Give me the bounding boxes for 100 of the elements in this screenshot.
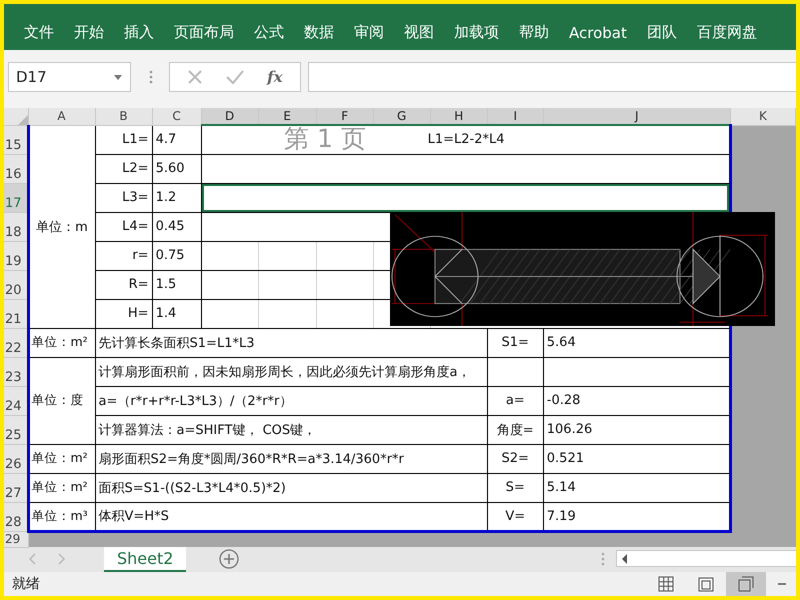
table-cell: 单位：m² [28,328,96,357]
row-header[interactable]: 27 [4,473,28,502]
ribbon-tab[interactable]: 加载项 [454,23,499,42]
column-header[interactable]: I [487,108,544,125]
table-cell: -0.28 [543,386,730,415]
table-cell: 1.5 [152,270,202,299]
scroll-right-icon[interactable] [58,552,66,564]
table-cell: 单位：m³ [28,502,96,531]
table-cell [487,357,544,386]
ribbon-tab[interactable]: 页面布局 [174,23,234,42]
column-header[interactable]: F [316,108,374,125]
table-cell: 5.64 [543,328,730,357]
sheet-tab[interactable]: Sheet2 [104,545,186,572]
formula-note: L1=L2-2*L4 [428,132,504,148]
name-box[interactable]: D17 [8,62,131,92]
row-header[interactable]: 19 [4,241,28,270]
column-header[interactable]: C [152,108,202,125]
row-header[interactable]: 21 [4,299,28,328]
ribbon-tab[interactable]: Acrobat [569,24,627,42]
ribbon-tab[interactable]: 团队 [646,23,677,42]
page-number-watermark: 第 1 页 [284,125,366,152]
column-header[interactable]: A [28,108,96,125]
row-header[interactable]: 15 [4,125,28,154]
table-cell: S= [487,473,544,502]
ribbon-tab[interactable]: 百度网盘 [696,23,757,42]
insert-function-button[interactable]: fx [267,68,283,86]
column-header[interactable]: G [373,108,430,125]
row-header[interactable]: 29 [4,531,28,547]
page-break-view-button[interactable] [726,572,766,596]
row-header[interactable]: 26 [4,444,28,473]
table-cell: 扇形面积S2=角度*圆周/360*R*R=a*3.14/360*r*r [95,444,488,473]
ribbon-tab[interactable]: 数据 [304,23,334,42]
table-cell: 1.4 [152,299,202,328]
drag-handle-icon[interactable] [149,70,153,84]
formula-input[interactable] [308,62,796,92]
row-header[interactable]: 18 [4,212,28,241]
pages-icon [738,576,754,592]
table-cell: S2= [487,444,544,473]
ribbon-tab[interactable]: 文件 [24,23,54,42]
table-cell: 单位：m² [28,473,96,502]
table-cell: r= [95,241,152,270]
table-cell: S1= [487,328,544,357]
table-cell: L3= [95,183,152,212]
row-header[interactable]: 28 [4,502,28,531]
check-icon[interactable] [226,69,244,85]
table-cell: H= [95,299,152,328]
cancel-icon[interactable] [187,69,204,85]
table-cell: L4= [95,212,152,241]
add-sheet-icon[interactable] [219,548,240,568]
table-cell: R= [95,270,152,299]
table-cell: 4.7 [152,125,202,154]
column-header[interactable]: J [543,108,730,125]
ribbon-tab[interactable]: 公式 [254,23,284,42]
corner-triangle-icon [18,114,28,124]
table-cell: a=（r*r+r*r-L3*L3）/（2*r*r） [95,386,488,415]
ribbon-tab[interactable]: 开始 [74,23,104,42]
caret-icon [114,74,122,80]
column-header[interactable]: E [258,108,316,125]
row-header[interactable]: 20 [4,270,28,299]
table-cell: 计算扇形面积前，因未知扇形周长，因此必须先计算扇形角度a， [95,357,488,386]
row-header[interactable]: 17 [4,183,28,212]
horizontal-scrollbar[interactable] [616,550,796,567]
table-cell: 计算器算法：a=SHIFT键， COS键， [95,415,488,444]
table-cell: L1= [95,125,152,154]
ribbon-tab[interactable]: 视图 [404,23,434,42]
table-cell: 5.60 [152,154,202,183]
scroll-left-icon[interactable] [28,552,36,564]
table-cell: a= [487,386,544,415]
scroll-left-arrow-icon[interactable] [621,554,629,564]
row-header[interactable]: 23 [4,357,28,386]
ribbon-tab[interactable]: 插入 [124,23,154,42]
ribbon-tab[interactable]: 审阅 [354,23,384,42]
table-cell: V= [487,502,544,531]
table-cell: 角度= [487,415,544,444]
row-header[interactable]: 16 [4,154,28,183]
column-header[interactable]: K [730,108,796,125]
table-cell: 先计算长条面积S1=L1*L3 [95,328,488,357]
ribbon-tab[interactable]: 帮助 [519,23,549,42]
drag-handle-icon[interactable] [601,552,605,566]
row-header[interactable]: 25 [4,415,28,444]
column-header[interactable]: D [201,108,258,125]
grid-icon [658,576,674,592]
column-header[interactable]: B [95,108,152,125]
status-text: 就绪 [12,575,40,593]
table-cell: 5.14 [543,473,730,502]
table-cell: 0.75 [152,241,202,270]
table-cell: 单位：m² [28,444,96,473]
row-header[interactable]: 22 [4,328,28,357]
page-icon [698,576,714,592]
table-cell: 1.2 [152,183,202,212]
select-all-corner[interactable] [4,108,28,125]
table-cell: 面积S=S1-((S2-L3*L4*0.5)*2) [95,473,488,502]
table-cell: 0.521 [543,444,730,473]
table-cell: L2= [95,154,152,183]
column-header[interactable]: H [430,108,488,125]
table-cell: 7.19 [543,502,730,531]
table-cell: 106.26 [543,415,730,444]
table-cell: 单位：m [28,125,96,328]
row-header[interactable]: 24 [4,386,28,415]
table-cell: 0.45 [152,212,202,241]
